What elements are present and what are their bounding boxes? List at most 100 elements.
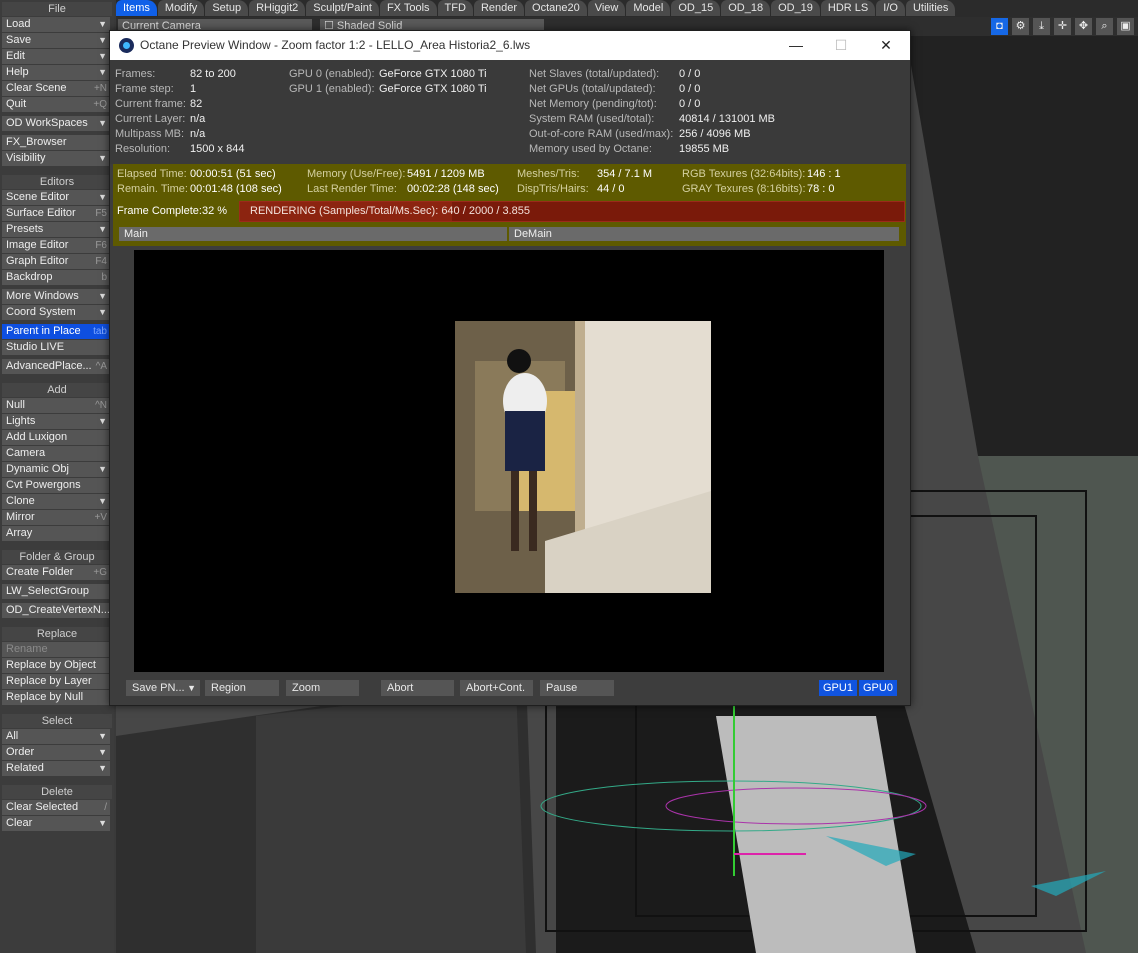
- tab-hdr-ls[interactable]: HDR LS: [820, 0, 876, 16]
- zoom-button[interactable]: Zoom: [286, 680, 359, 696]
- gpu0-label: GPU 0 (enabled):: [289, 68, 375, 80]
- tab-fx-tools[interactable]: FX Tools: [379, 0, 437, 16]
- select-order-button[interactable]: Order ▼: [2, 745, 110, 760]
- fx-browser-button[interactable]: FX_Browser: [2, 135, 110, 150]
- gpu1-toggle[interactable]: GPU1: [819, 680, 857, 696]
- replace-by-null-button[interactable]: Replace by Null: [2, 690, 110, 705]
- tab-od-18[interactable]: OD_18: [721, 0, 771, 16]
- help-button[interactable]: Help ▼: [2, 65, 110, 80]
- minimize-icon[interactable]: —: [781, 35, 811, 55]
- tab-rhiggit2[interactable]: RHiggit2: [249, 0, 306, 16]
- visibility-button[interactable]: Visibility ▼: [2, 151, 110, 166]
- tab-view[interactable]: View: [587, 0, 626, 16]
- studio-live-button[interactable]: Studio LIVE: [2, 340, 110, 355]
- presets-button[interactable]: Presets ▼: [2, 222, 110, 237]
- current-frame-value: 82: [190, 98, 203, 110]
- out-of-core-label: Out-of-core RAM (used/max):: [529, 128, 674, 140]
- tab-modify[interactable]: Modify: [157, 0, 205, 16]
- memory-value: 5491 / 1209 MB: [407, 168, 485, 180]
- tab-od-19[interactable]: OD_19: [771, 0, 820, 16]
- tab-model[interactable]: Model: [626, 0, 671, 16]
- image-editor-button[interactable]: Image Editor F6: [2, 238, 110, 253]
- render-preview-area[interactable]: [134, 250, 884, 672]
- select-related-button[interactable]: Related ▼: [2, 761, 110, 776]
- pass-demain[interactable]: DeMain: [509, 227, 899, 241]
- clear-button[interactable]: Clear ▼: [2, 816, 110, 831]
- clear-selected-button[interactable]: Clear Selected /: [2, 800, 110, 815]
- chevron-down-icon: ▼: [98, 496, 107, 506]
- remain-time-value: 00:01:48 (108 sec): [190, 183, 282, 195]
- parent-in-place-button[interactable]: Parent in Place tab: [2, 324, 110, 339]
- window-title: Octane Preview Window - Zoom factor 1:2 …: [140, 38, 531, 52]
- load-button[interactable]: Load ▼: [2, 17, 110, 32]
- rename-button[interactable]: Rename: [2, 642, 110, 657]
- backdrop-button[interactable]: Backdrop b: [2, 270, 110, 285]
- chevron-down-icon: ▼: [98, 747, 107, 757]
- add-luxigon-button[interactable]: Add Luxigon: [2, 430, 110, 445]
- quit-button[interactable]: Quit +Q: [2, 97, 110, 112]
- select-all-button[interactable]: All ▼: [2, 729, 110, 744]
- current-layer-label: Current Layer:: [115, 113, 186, 125]
- more-windows-button[interactable]: More Windows ▼: [2, 289, 110, 304]
- maximize-icon[interactable]: ☐: [826, 35, 856, 55]
- window-titlebar[interactable]: Octane Preview Window - Zoom factor 1:2 …: [110, 31, 910, 60]
- replace-by-object-button[interactable]: Replace by Object: [2, 658, 110, 673]
- mirror-button[interactable]: Mirror +V: [2, 510, 110, 525]
- editors-section-header: Editors: [2, 175, 112, 189]
- clear-scene-button[interactable]: Clear Scene +N: [2, 81, 110, 96]
- od-workspaces-button[interactable]: OD WorkSpaces ▼: [2, 116, 110, 131]
- octane-bottom-toolbar: Save PN... ▼ Region Zoom Abort Abort+Cont…: [110, 676, 910, 705]
- gpu1-label: GPU 1 (enabled):: [289, 83, 375, 95]
- lights-button[interactable]: Lights ▼: [2, 414, 110, 429]
- pass-main[interactable]: Main: [119, 227, 507, 241]
- close-icon[interactable]: ✕: [871, 35, 901, 55]
- render-progress-text: RENDERING (Samples/Total/Ms.Sec): 640 / …: [250, 205, 531, 217]
- frames-label: Frames:: [115, 68, 156, 80]
- coord-system-button[interactable]: Coord System ▼: [2, 305, 110, 320]
- tab-tfd[interactable]: TFD: [437, 0, 473, 16]
- dynamic-obj-button[interactable]: Dynamic Obj ▼: [2, 462, 110, 477]
- tab-utilities[interactable]: Utilities: [905, 0, 956, 16]
- tab-octane20[interactable]: Octane20: [525, 0, 587, 16]
- array-button[interactable]: Array: [2, 526, 110, 541]
- graph-editor-button[interactable]: Graph Editor F4: [2, 254, 110, 269]
- scene-editor-button[interactable]: Scene Editor ▼: [2, 190, 110, 205]
- chevron-down-icon: ▼: [98, 19, 107, 29]
- abort-cont-button[interactable]: Abort+Cont.: [460, 680, 533, 696]
- tab-sculpt-paint[interactable]: Sculpt/Paint: [306, 0, 379, 16]
- lw-selectgroup-button[interactable]: LW_SelectGroup: [2, 584, 110, 599]
- clone-button[interactable]: Clone ▼: [2, 494, 110, 509]
- save-button[interactable]: Save ▼: [2, 33, 110, 48]
- elapsed-time-value: 00:00:51 (51 sec): [190, 168, 276, 180]
- octane-logo-icon: [119, 38, 134, 53]
- edit-button[interactable]: Edit ▼: [2, 49, 110, 64]
- gear-icon[interactable]: ⚙: [1012, 18, 1029, 35]
- save-png-button[interactable]: Save PN... ▼: [126, 680, 200, 696]
- chevron-down-icon: ▼: [98, 51, 107, 61]
- tab-i-o[interactable]: I/O: [876, 0, 905, 16]
- abort-button[interactable]: Abort: [381, 680, 454, 696]
- maximize-icon[interactable]: ▣: [1117, 18, 1134, 35]
- advanced-place-button[interactable]: AdvancedPlace... ^A: [2, 359, 110, 374]
- create-folder-button[interactable]: Create Folder +G: [2, 565, 110, 580]
- tab-od-15[interactable]: OD_15: [671, 0, 721, 16]
- tab-setup[interactable]: Setup: [205, 0, 249, 16]
- gpu0-toggle[interactable]: GPU0: [859, 680, 897, 696]
- replace-by-layer-button[interactable]: Replace by Layer: [2, 674, 110, 689]
- tab-items[interactable]: Items: [116, 0, 157, 16]
- camera-icon[interactable]: ◘: [991, 18, 1008, 35]
- camera-button[interactable]: Camera: [2, 446, 110, 461]
- pause-button[interactable]: Pause: [540, 680, 614, 696]
- tab-render[interactable]: Render: [473, 0, 525, 16]
- rotate-icon[interactable]: ✛: [1054, 18, 1071, 35]
- move-icon[interactable]: ✥: [1075, 18, 1092, 35]
- cvt-powergons-button[interactable]: Cvt Powergons: [2, 478, 110, 493]
- surface-editor-button[interactable]: Surface Editor F5: [2, 206, 110, 221]
- null-button[interactable]: Null ^N: [2, 398, 110, 413]
- region-button[interactable]: Region: [205, 680, 279, 696]
- download-icon[interactable]: ⤓: [1033, 18, 1050, 35]
- zoom-icon[interactable]: ⌕: [1096, 18, 1113, 35]
- od-createvertex-button[interactable]: OD_CreateVertexN...: [2, 603, 110, 618]
- chevron-down-icon: ▼: [98, 731, 107, 741]
- frame-complete-value: 32 %: [202, 205, 228, 217]
